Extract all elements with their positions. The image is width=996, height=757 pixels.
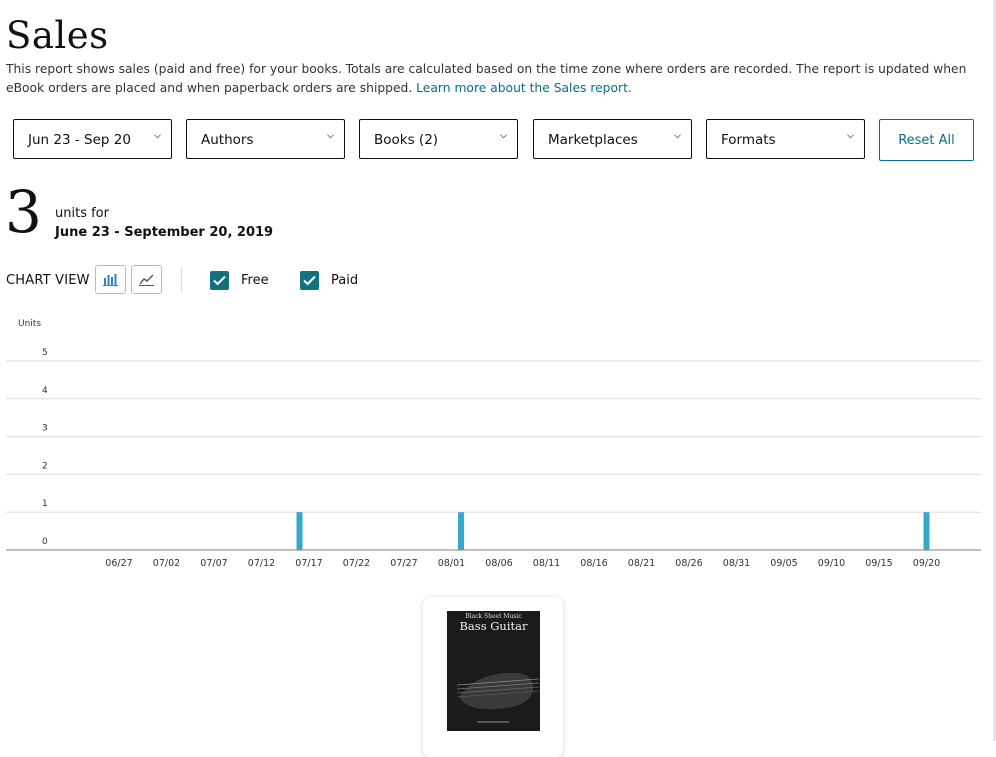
x-tick-label: 07/12 (248, 558, 275, 569)
authors-label: Authors (201, 132, 254, 148)
x-tick-label: 06/27 (105, 558, 132, 569)
reset-all-label: Reset All (898, 133, 955, 148)
units-total: 3 (5, 178, 42, 246)
x-tick-label: 07/22 (343, 558, 370, 569)
formats-label: Formats (721, 132, 776, 148)
page-description: This report shows sales (paid and free) … (6, 60, 981, 98)
chevron-down-icon (500, 134, 507, 139)
guitar-image (456, 672, 540, 723)
line-chart-view-button[interactable] (131, 265, 162, 294)
y-tick-label: 2 (42, 461, 48, 471)
books-dropdown[interactable]: Books (2) (359, 119, 518, 159)
x-tick-label: 08/11 (533, 558, 560, 569)
marketplaces-dropdown[interactable]: Marketplaces (533, 119, 692, 159)
filter-bar: Jun 23 - Sep 20 Authors Books (2) Market… (13, 119, 974, 161)
units-for-label: units for (55, 206, 109, 221)
reset-all-button[interactable]: Reset All (879, 119, 974, 161)
checkmark-icon (213, 275, 226, 286)
x-tick-label: 08/31 (723, 558, 750, 569)
x-tick-label: 07/02 (153, 558, 180, 569)
free-checkbox[interactable] (210, 271, 229, 290)
x-tick-label: 08/26 (675, 558, 702, 569)
books-label: Books (2) (374, 132, 439, 148)
sales-bar (296, 512, 303, 550)
x-tick-label: 07/27 (390, 558, 417, 569)
x-tick-label: 09/20 (913, 558, 940, 569)
sales-bar (458, 512, 464, 550)
x-tick-label: 08/16 (580, 558, 607, 569)
learn-more-link[interactable]: Learn more about the Sales report. (416, 81, 632, 95)
x-tick-label: 09/05 (770, 558, 797, 569)
line-chart-icon (139, 274, 154, 286)
y-tick-label: 4 (42, 386, 48, 396)
y-axis-label: Units (18, 319, 41, 329)
free-checkbox-label: Free (241, 273, 269, 288)
formats-dropdown[interactable]: Formats (706, 119, 865, 159)
y-tick-label: 3 (42, 424, 48, 434)
x-tick-label: 09/10 (818, 558, 845, 569)
x-tick-label: 09/15 (865, 558, 892, 569)
book-cover: Black Sheet Music Bass Guitar (447, 611, 540, 731)
chevron-down-icon (847, 134, 854, 139)
date-range-label: Jun 23 - Sep 20 (28, 132, 131, 148)
date-range-summary: June 23 - September 20, 2019 (55, 225, 274, 240)
paid-checkbox[interactable] (300, 271, 319, 290)
bar-chart-view-button[interactable] (95, 265, 126, 294)
x-tick-label: 07/07 (200, 558, 227, 569)
x-tick-label: 08/06 (485, 558, 512, 569)
x-tick-label: 08/21 (628, 558, 655, 569)
x-tick-label: 08/01 (438, 558, 465, 569)
x-tick-label: 07/17 (295, 558, 322, 569)
date-range-dropdown[interactable]: Jun 23 - Sep 20 (13, 119, 172, 159)
chart-view-divider (181, 266, 182, 293)
page-title: Sales (6, 14, 109, 57)
y-tick-label: 5 (42, 348, 48, 358)
chevron-down-icon (674, 134, 681, 139)
y-tick-label: 0 (42, 537, 48, 547)
bar-chart-icon (103, 274, 118, 286)
authors-dropdown[interactable]: Authors (186, 119, 345, 159)
marketplaces-label: Marketplaces (548, 132, 638, 148)
book-card[interactable]: Black Sheet Music Bass Guitar (423, 597, 563, 757)
checkmark-icon (303, 275, 316, 286)
sales-bar-chart: Units 0 1 2 3 4 5 06/27 07/02 07/07 07/12 07/17 07/2… (6, 319, 981, 569)
chart-view-label: CHART VIEW (6, 273, 90, 288)
chevron-down-icon (327, 134, 334, 139)
y-tick-label: 1 (42, 499, 48, 509)
sales-bar (923, 512, 930, 550)
chevron-down-icon (154, 134, 161, 139)
paid-checkbox-label: Paid (331, 273, 359, 288)
